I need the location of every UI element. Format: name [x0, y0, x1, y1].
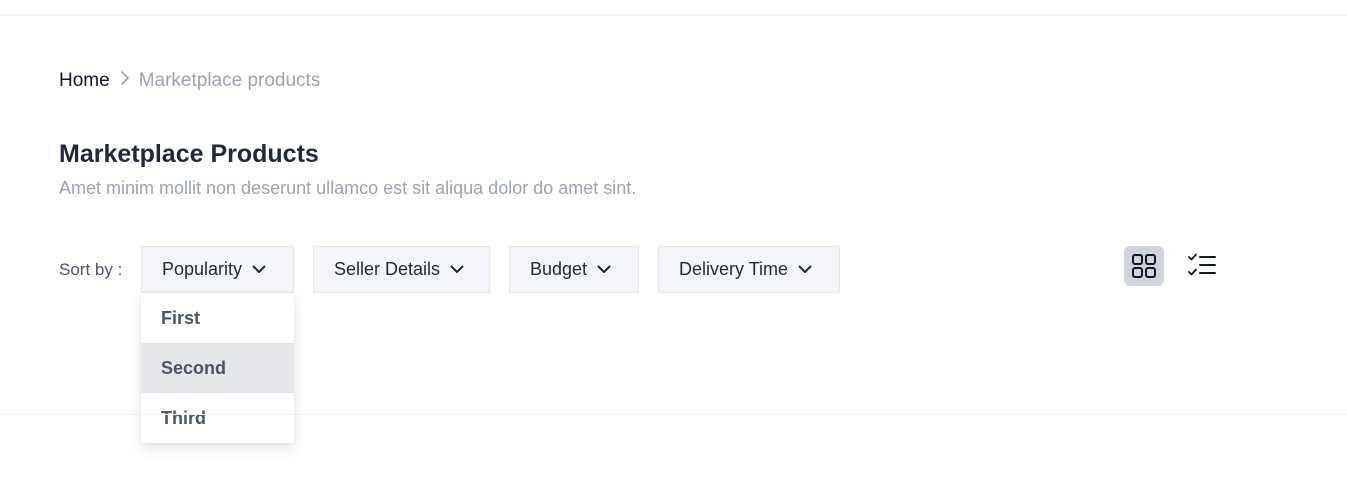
chevron-down-icon [450, 265, 464, 274]
chevron-right-icon [120, 70, 130, 86]
breadcrumb-current: Marketplace products [138, 70, 321, 91]
sort-budget-dropdown[interactable]: Budget [509, 246, 639, 293]
list-view-icon [1187, 252, 1217, 278]
dropdown-option-third[interactable]: Third [141, 393, 294, 443]
sort-seller-details-dropdown[interactable]: Seller Details [313, 246, 490, 293]
top-divider [0, 15, 1347, 16]
breadcrumb-home-link[interactable]: Home [59, 70, 110, 92]
breadcrumb: Home Marketplace products [59, 70, 320, 92]
sort-budget-label: Budget [530, 259, 588, 279]
page-title: Marketplace Products [59, 140, 319, 168]
page: Home Marketplace products Marketplace Pr… [0, 0, 1347, 496]
dropdown-option-first[interactable]: First [141, 293, 294, 343]
grid-view-button[interactable] [1124, 246, 1164, 286]
chevron-down-icon [597, 265, 611, 274]
page-subtitle: Amet minim mollit non deserunt ullamco e… [59, 178, 637, 198]
sort-seller-details-label: Seller Details [334, 259, 441, 279]
sort-popularity-dropdown[interactable]: Popularity [141, 246, 294, 293]
chevron-down-icon [798, 265, 812, 274]
sort-delivery-time-dropdown[interactable]: Delivery Time [658, 246, 840, 293]
dropdown-option-second[interactable]: Second [141, 343, 294, 393]
grid-view-icon [1131, 253, 1157, 279]
bottom-divider [0, 414, 1347, 415]
sort-label: Sort by : [59, 260, 123, 279]
chevron-down-icon [252, 265, 266, 274]
popularity-dropdown-menu: First Second Third [141, 293, 294, 443]
sort-popularity-label: Popularity [162, 259, 243, 279]
list-view-button[interactable] [1182, 245, 1222, 285]
sort-delivery-time-label: Delivery Time [679, 259, 789, 279]
